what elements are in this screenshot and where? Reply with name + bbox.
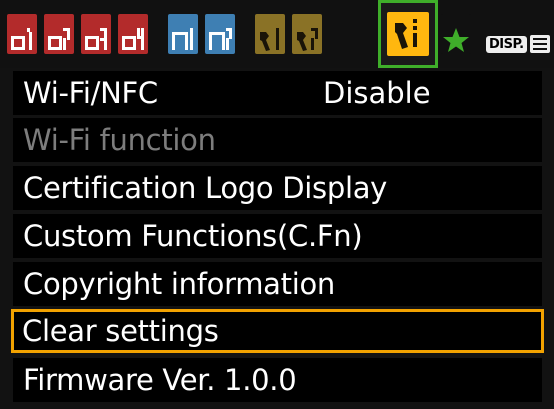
menu-item-firmware-version[interactable]: Firmware Ver. 1.0.0 bbox=[13, 358, 542, 402]
disp-button[interactable]: DISP. bbox=[486, 33, 550, 55]
playback-icon bbox=[172, 28, 193, 50]
wrench-icon bbox=[260, 28, 279, 51]
menu-item-label: Copyright information bbox=[23, 267, 335, 301]
menu-item-label: Certification Logo Display bbox=[23, 171, 388, 205]
playback-tab-1[interactable] bbox=[168, 14, 198, 54]
setup-tab-3-highlight bbox=[387, 12, 429, 56]
menu-item-custom-functions[interactable]: Custom Functions(C.Fn) bbox=[13, 214, 542, 258]
menu-item-copyright-information[interactable]: Copyright information bbox=[13, 262, 542, 306]
menu-item-label: Firmware Ver. 1.0.0 bbox=[23, 363, 297, 397]
camera-icon bbox=[122, 28, 144, 50]
menu-item-label: Wi-Fi/NFC bbox=[23, 76, 158, 110]
menu-item-label: Custom Functions(C.Fn) bbox=[23, 219, 363, 253]
setup-tab-3[interactable] bbox=[378, 0, 438, 68]
menu-item-certification-logo-display[interactable]: Certification Logo Display bbox=[13, 166, 542, 210]
setup-tab-2[interactable] bbox=[292, 14, 322, 54]
setup-menu-list: Wi-Fi/NFC Disable Wi-Fi function Certifi… bbox=[0, 68, 554, 409]
disp-label: DISP. bbox=[486, 35, 527, 53]
info-list-icon bbox=[529, 35, 550, 53]
camera-icon bbox=[85, 28, 107, 50]
shooting-tab-2[interactable] bbox=[44, 14, 74, 54]
camera-icon bbox=[48, 28, 70, 50]
menu-item-value: Disable bbox=[323, 76, 431, 110]
playback-icon bbox=[209, 28, 232, 50]
shooting-tab-4[interactable] bbox=[118, 14, 148, 54]
wrench-icon bbox=[395, 19, 417, 49]
menu-item-clear-settings[interactable]: Clear settings bbox=[11, 309, 544, 353]
setup-tab-1[interactable] bbox=[255, 14, 285, 54]
camera-icon bbox=[11, 28, 32, 50]
menu-item-label: Clear settings bbox=[22, 314, 219, 348]
shooting-tab-3[interactable] bbox=[81, 14, 111, 54]
menu-tab-bar: DISP. bbox=[0, 0, 554, 68]
my-menu-tab[interactable] bbox=[441, 14, 471, 54]
menu-item-wifi-function: Wi-Fi function bbox=[13, 118, 542, 162]
camera-menu-screen: DISP. Wi-Fi/NFC Disable Wi-Fi function C… bbox=[0, 0, 554, 409]
star-icon bbox=[443, 28, 469, 52]
menu-item-wifi-nfc[interactable]: Wi-Fi/NFC Disable bbox=[13, 71, 542, 115]
menu-item-label: Wi-Fi function bbox=[23, 123, 216, 157]
playback-tab-2[interactable] bbox=[205, 14, 235, 54]
shooting-tab-1[interactable] bbox=[7, 14, 37, 54]
wrench-icon bbox=[297, 28, 318, 51]
